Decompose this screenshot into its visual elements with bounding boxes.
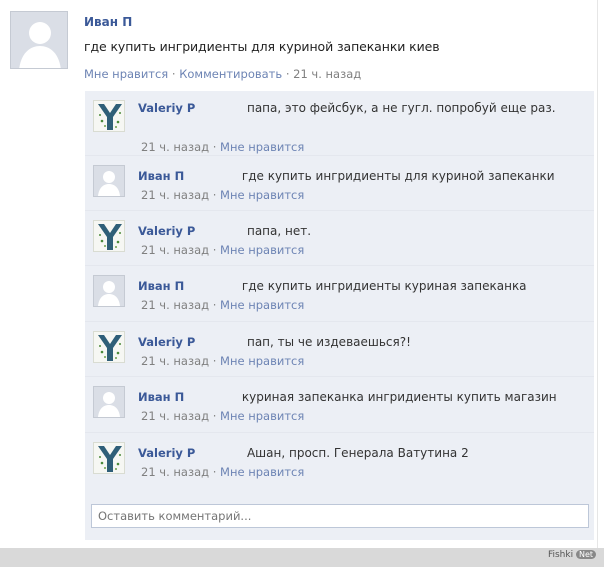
comment-author[interactable]: Valeriy P xyxy=(138,101,195,115)
comment-timestamp[interactable]: 21 ч. назад xyxy=(141,409,209,423)
comment-like-link[interactable]: Мне нравится xyxy=(220,298,304,312)
tree-avatar-icon xyxy=(94,443,124,473)
comment-timestamp[interactable]: 21 ч. назад xyxy=(141,188,209,202)
comment-meta: 21 ч. назад · Мне нравится xyxy=(141,354,304,368)
comment-item: Valeriy P пап, ты че издеваешься?! 21 ч.… xyxy=(85,321,594,376)
default-avatar-icon xyxy=(94,166,124,196)
default-avatar-icon xyxy=(11,12,67,68)
comment-like-link[interactable]: Мне нравится xyxy=(220,188,304,202)
comment-item: Valeriy P папа, нет. 21 ч. назад · Мне н… xyxy=(85,210,594,265)
commenter-avatar[interactable] xyxy=(93,442,125,474)
comment-text: папа, это фейсбук, а не гугл. попробуй е… xyxy=(246,101,556,115)
comment-timestamp[interactable]: 21 ч. назад xyxy=(141,243,209,257)
comments-list: Valeriy P папа, это фейсбук, а не гугл. … xyxy=(85,91,594,540)
comment-body: Иван П куриная запеканка ингридиенты куп… xyxy=(138,388,578,407)
post-like-link[interactable]: Мне нравится xyxy=(84,67,168,81)
comment-author[interactable]: Иван П xyxy=(138,169,184,183)
comment-like-link[interactable]: Мне нравится xyxy=(220,140,304,154)
comment-body: Valeriy P пап, ты че издеваешься?! xyxy=(138,333,578,352)
comment-like-link[interactable]: Мне нравится xyxy=(220,243,304,257)
comment-author[interactable]: Valeriy P xyxy=(138,335,195,349)
comment-item: Valeriy P папа, это фейсбук, а не гугл. … xyxy=(85,91,594,155)
comment-timestamp[interactable]: 21 ч. назад xyxy=(141,354,209,368)
commenter-avatar[interactable] xyxy=(93,165,125,197)
comment-timestamp[interactable]: 21 ч. назад xyxy=(141,140,209,154)
tree-avatar-icon xyxy=(94,221,124,251)
tree-avatar-icon xyxy=(94,101,124,131)
comment-body: Valeriy P папа, это фейсбук, а не гугл. … xyxy=(138,99,578,118)
commenter-avatar[interactable] xyxy=(93,100,125,132)
separator: · xyxy=(285,67,290,81)
comment-text: где купить ингридиенты куриная запеканка xyxy=(241,279,527,293)
comment-body: Valeriy P папа, нет. xyxy=(138,222,578,241)
separator: · xyxy=(212,465,217,479)
watermark-brand: Fishki xyxy=(547,550,574,560)
default-avatar-icon xyxy=(94,276,124,306)
commenter-avatar[interactable] xyxy=(93,220,125,252)
comment-item: Иван П где купить ингридиенты для курино… xyxy=(85,155,594,210)
author-avatar[interactable] xyxy=(10,11,68,69)
watermark: Fishki Net xyxy=(548,550,596,560)
tree-avatar-icon xyxy=(94,332,124,362)
facebook-post: Иван П где купить ингридиенты для курино… xyxy=(0,0,604,548)
separator: · xyxy=(212,354,217,368)
comment-text: Ашан, просп. Генерала Ватутина 2 xyxy=(246,446,469,460)
separator: · xyxy=(212,298,217,312)
commenter-avatar[interactable] xyxy=(93,275,125,307)
watermark-bar: Fishki Net xyxy=(0,548,604,567)
commenter-avatar[interactable] xyxy=(93,331,125,363)
watermark-net: Net xyxy=(575,550,596,559)
separator: · xyxy=(212,243,217,257)
comment-meta: 21 ч. назад · Мне нравится xyxy=(141,243,304,257)
comment-like-link[interactable]: Мне нравится xyxy=(220,354,304,368)
comment-timestamp[interactable]: 21 ч. назад xyxy=(141,298,209,312)
comment-meta: 21 ч. назад · Мне нравится xyxy=(141,140,304,154)
comment-author[interactable]: Иван П xyxy=(138,390,184,404)
comment-meta: 21 ч. назад · Мне нравится xyxy=(141,188,304,202)
post-meta: Мне нравится · Комментировать · 21 ч. на… xyxy=(84,67,361,81)
comment-like-link[interactable]: Мне нравится xyxy=(220,465,304,479)
comment-input[interactable] xyxy=(92,505,588,527)
comment-text: папа, нет. xyxy=(246,224,312,238)
comment-meta: 21 ч. назад · Мне нравится xyxy=(141,298,304,312)
separator: · xyxy=(212,140,217,154)
comment-like-link[interactable]: Мне нравится xyxy=(220,409,304,423)
comment-timestamp[interactable]: 21 ч. назад xyxy=(141,465,209,479)
comment-item: Valeriy P Ашан, просп. Генерала Ватутина… xyxy=(85,432,594,498)
post-timestamp[interactable]: 21 ч. назад xyxy=(293,67,361,81)
post-comment-link[interactable]: Комментировать xyxy=(179,67,282,81)
comment-meta: 21 ч. назад · Мне нравится xyxy=(141,409,304,423)
comment-author[interactable]: Valeriy P xyxy=(138,446,195,460)
commenter-avatar[interactable] xyxy=(93,386,125,418)
comment-text: где купить ингридиенты для куриной запек… xyxy=(241,169,555,183)
comment-text: куриная запеканка ингридиенты купить маг… xyxy=(241,390,557,404)
post-text: где купить ингридиенты для куриной запек… xyxy=(84,39,440,54)
comment-input-box[interactable] xyxy=(91,504,589,528)
divider xyxy=(597,0,598,548)
comment-body: Valeriy P Ашан, просп. Генерала Ватутина… xyxy=(138,444,578,463)
comment-item: Иван П где купить ингридиенты куриная за… xyxy=(85,265,594,321)
default-avatar-icon xyxy=(94,387,124,417)
comment-author[interactable]: Valeriy P xyxy=(138,224,195,238)
comment-meta: 21 ч. назад · Мне нравится xyxy=(141,465,304,479)
post-author[interactable]: Иван П xyxy=(84,15,132,29)
separator: · xyxy=(212,188,217,202)
comment-item: Иван П куриная запеканка ингридиенты куп… xyxy=(85,376,594,432)
comment-author[interactable]: Иван П xyxy=(138,279,184,293)
separator: · xyxy=(212,409,217,423)
comment-text: пап, ты че издеваешься?! xyxy=(246,335,411,349)
comment-body: Иван П где купить ингридиенты для курино… xyxy=(138,167,578,186)
separator: · xyxy=(171,67,176,81)
comment-body: Иван П где купить ингридиенты куриная за… xyxy=(138,277,578,296)
